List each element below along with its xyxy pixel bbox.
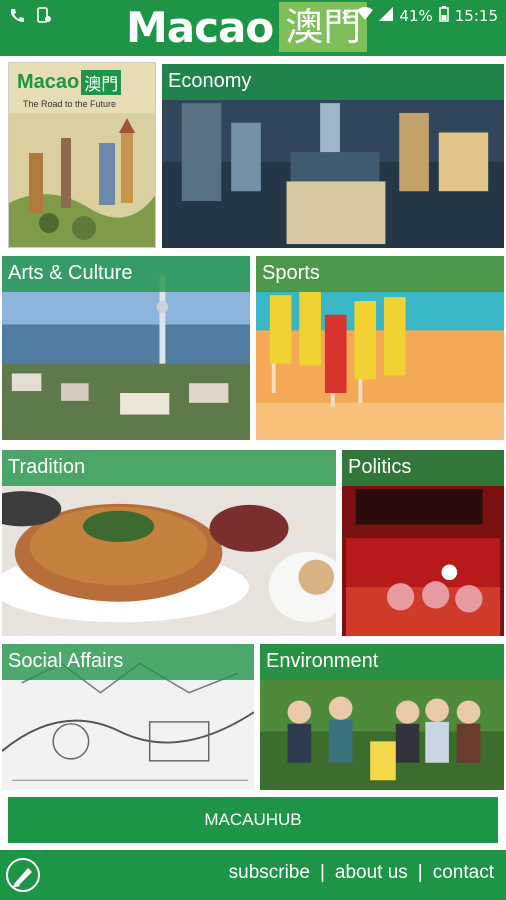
tile-tradition-label: Tradition (8, 456, 86, 478)
footer-separator: | (417, 862, 423, 883)
cover-latin: Macao (17, 70, 80, 93)
phone-settings-icon (34, 6, 52, 24)
status-bar: Macao 澳門 ✕ 41% 15:15 (0, 0, 506, 56)
contact-link[interactable]: contact (433, 862, 494, 884)
footer-links: subscribe | about us | contact (229, 862, 494, 884)
tile-tradition[interactable]: Tradition (0, 448, 338, 638)
tile-arts-label: Arts & Culture (8, 262, 133, 284)
footer-separator: | (319, 862, 325, 883)
macauhub-button[interactable]: MACAUHUB (8, 797, 498, 843)
subscribe-link[interactable]: subscribe (229, 862, 310, 884)
signal-icon (379, 7, 394, 25)
tile-social-affairs[interactable]: Social Affairs (0, 642, 256, 792)
cover-cjk: 澳門 (81, 69, 122, 95)
tile-social-label: Social Affairs (8, 650, 124, 672)
cover-illustration (9, 113, 155, 247)
status-left-icons (8, 6, 52, 24)
magazine-cover[interactable]: Macao 澳門 The Road to the Future (8, 62, 156, 248)
tile-economy-label: Economy (168, 70, 252, 92)
status-right: ✕ 41% 15:15 (341, 6, 498, 26)
app-logo: Macao 澳門 (126, 2, 368, 52)
cover-subtitle: The Road to the Future (23, 99, 117, 109)
phone-wifi-icon (8, 6, 26, 24)
tile-arts-culture[interactable]: Arts & Culture (0, 254, 252, 442)
brand-latin: Macao (126, 2, 274, 52)
tile-economy[interactable]: Economy (160, 62, 506, 250)
battery-icon (439, 6, 449, 26)
tile-politics-label: Politics (348, 456, 412, 478)
tile-politics[interactable]: Politics (340, 448, 506, 638)
tile-environment-label: Environment (266, 650, 379, 672)
tile-sports[interactable]: Sports (254, 254, 506, 442)
clock: 15:15 (454, 7, 498, 25)
footer-bar: subscribe | about us | contact (0, 850, 506, 900)
cover-masthead: Macao 澳門 (17, 69, 122, 95)
wifi-icon (357, 7, 374, 25)
battery-percent: 41% (399, 7, 433, 25)
tile-sports-label: Sports (262, 262, 320, 284)
brush-logo-icon[interactable] (6, 858, 40, 892)
mute-icon: ✕ (340, 8, 352, 24)
about-us-link[interactable]: about us (335, 862, 408, 884)
tile-environment[interactable]: Environment (258, 642, 506, 792)
